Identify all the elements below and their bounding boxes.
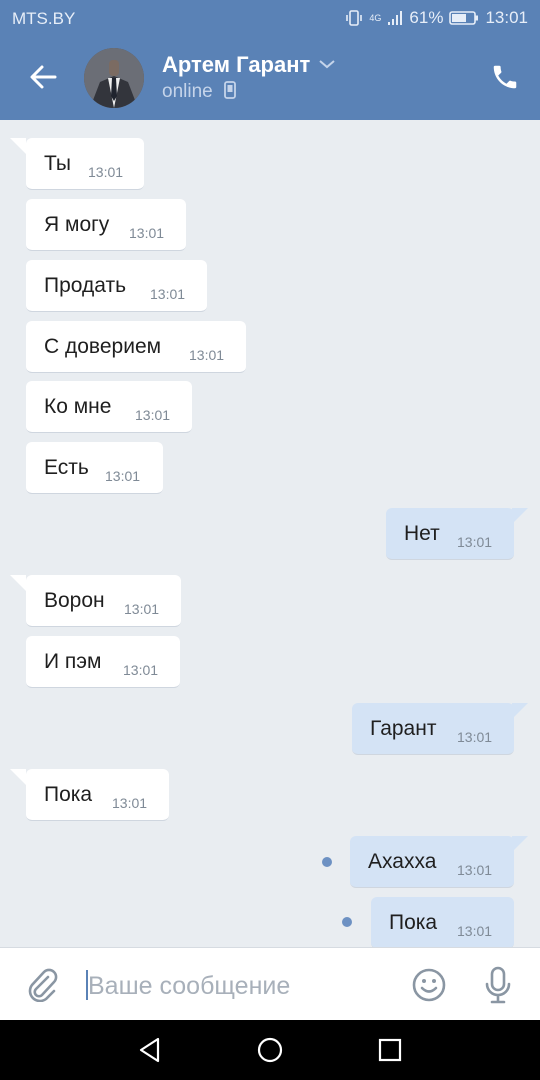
unread-indicator bbox=[342, 917, 352, 927]
carrier-label: MTS.BY bbox=[12, 9, 76, 28]
message-outgoing[interactable]: Нет 13:01 bbox=[386, 508, 514, 560]
avatar-image bbox=[84, 48, 144, 108]
message-text: И пэм bbox=[44, 650, 102, 673]
message-time: 13:01 bbox=[135, 407, 171, 423]
message-list[interactable]: Ты 13:01 Я могу 13:01 Продать 13:01 С до… bbox=[0, 120, 540, 947]
message-time: 13:01 bbox=[150, 286, 186, 302]
nav-back-icon[interactable] bbox=[136, 1036, 164, 1064]
message-time: 13:01 bbox=[189, 347, 225, 363]
message-incoming[interactable]: И пэм 13:01 bbox=[26, 636, 180, 688]
battery-percent: 61% bbox=[409, 8, 444, 27]
message-text: Ворон bbox=[44, 589, 105, 612]
nav-recents-icon[interactable] bbox=[376, 1036, 404, 1064]
message-text: Я могу bbox=[44, 213, 110, 236]
message-time: 13:01 bbox=[112, 795, 148, 811]
system-nav-bar bbox=[0, 1020, 540, 1080]
message-incoming[interactable]: Есть 13:01 bbox=[26, 442, 163, 494]
message-text: Есть bbox=[44, 456, 89, 479]
nav-home-icon[interactable] bbox=[256, 1036, 284, 1064]
message-text: Ты bbox=[44, 152, 71, 175]
message-incoming[interactable]: Я могу 13:01 bbox=[26, 199, 186, 251]
phone-icon[interactable] bbox=[490, 62, 520, 92]
message-time: 13:01 bbox=[105, 468, 141, 484]
message-incoming[interactable]: Пока 13:01 bbox=[26, 769, 169, 821]
message-text: Ахахха bbox=[368, 850, 437, 873]
message-text: Ко мне bbox=[44, 395, 112, 418]
message-text: Пока bbox=[44, 783, 93, 806]
signal-icon bbox=[388, 11, 403, 25]
chevron-down-icon[interactable] bbox=[318, 58, 336, 70]
vibrate-icon bbox=[346, 10, 363, 26]
message-text: Нет bbox=[404, 522, 440, 545]
message-incoming[interactable]: Ты 13:01 bbox=[26, 138, 144, 190]
message-text: Гарант bbox=[370, 717, 437, 740]
message-time: 13:01 bbox=[129, 225, 165, 241]
clock: 13:01 bbox=[485, 8, 528, 27]
chat-header: Артем Гарант online bbox=[0, 36, 540, 120]
status-text: online bbox=[162, 81, 213, 102]
message-time: 13:01 bbox=[457, 534, 493, 550]
unread-indicator bbox=[322, 857, 332, 867]
message-outgoing[interactable]: Пока 13:01 bbox=[371, 897, 514, 947]
microphone-icon[interactable] bbox=[483, 965, 513, 1005]
paperclip-icon[interactable] bbox=[26, 968, 58, 1002]
message-outgoing[interactable]: Гарант 13:01 bbox=[352, 703, 514, 755]
message-time: 13:01 bbox=[457, 729, 493, 745]
text-cursor bbox=[86, 970, 88, 1000]
emoji-icon[interactable] bbox=[412, 968, 446, 1002]
status-bar: MTS.BY 4G 61% 13:01 bbox=[0, 0, 540, 36]
message-composer bbox=[0, 947, 540, 1021]
message-input[interactable] bbox=[86, 970, 388, 1002]
status-icons: 4G 61% 13:01 bbox=[345, 8, 528, 28]
bubble-tail bbox=[512, 508, 528, 524]
message-incoming[interactable]: Ворон 13:01 bbox=[26, 575, 181, 627]
network-type-label: 4G bbox=[369, 12, 382, 23]
message-incoming[interactable]: С доверием 13:01 bbox=[26, 321, 246, 373]
message-outgoing[interactable]: Ахахха 13:01 bbox=[350, 836, 514, 888]
bubble-tail bbox=[10, 769, 26, 785]
bubble-tail bbox=[10, 138, 26, 154]
bubble-tail bbox=[10, 575, 26, 591]
message-text: Пока bbox=[389, 911, 438, 934]
battery-icon bbox=[449, 11, 479, 25]
bubble-tail bbox=[512, 836, 528, 852]
back-arrow-icon[interactable] bbox=[28, 62, 58, 92]
message-time: 13:01 bbox=[124, 601, 160, 617]
contact-status: online bbox=[162, 81, 236, 103]
contact-name[interactable]: Артем Гарант bbox=[162, 52, 310, 78]
message-incoming[interactable]: Продать 13:01 bbox=[26, 260, 207, 312]
message-text: Продать bbox=[44, 274, 127, 297]
avatar[interactable] bbox=[84, 48, 144, 108]
mobile-device-icon bbox=[224, 81, 236, 99]
message-incoming[interactable]: Ко мне 13:01 bbox=[26, 381, 192, 433]
message-text: С доверием bbox=[44, 335, 162, 358]
bubble-tail bbox=[512, 703, 528, 719]
message-time: 13:01 bbox=[457, 862, 493, 878]
message-time: 13:01 bbox=[457, 923, 493, 939]
message-time: 13:01 bbox=[88, 164, 124, 180]
message-time: 13:01 bbox=[123, 662, 159, 678]
